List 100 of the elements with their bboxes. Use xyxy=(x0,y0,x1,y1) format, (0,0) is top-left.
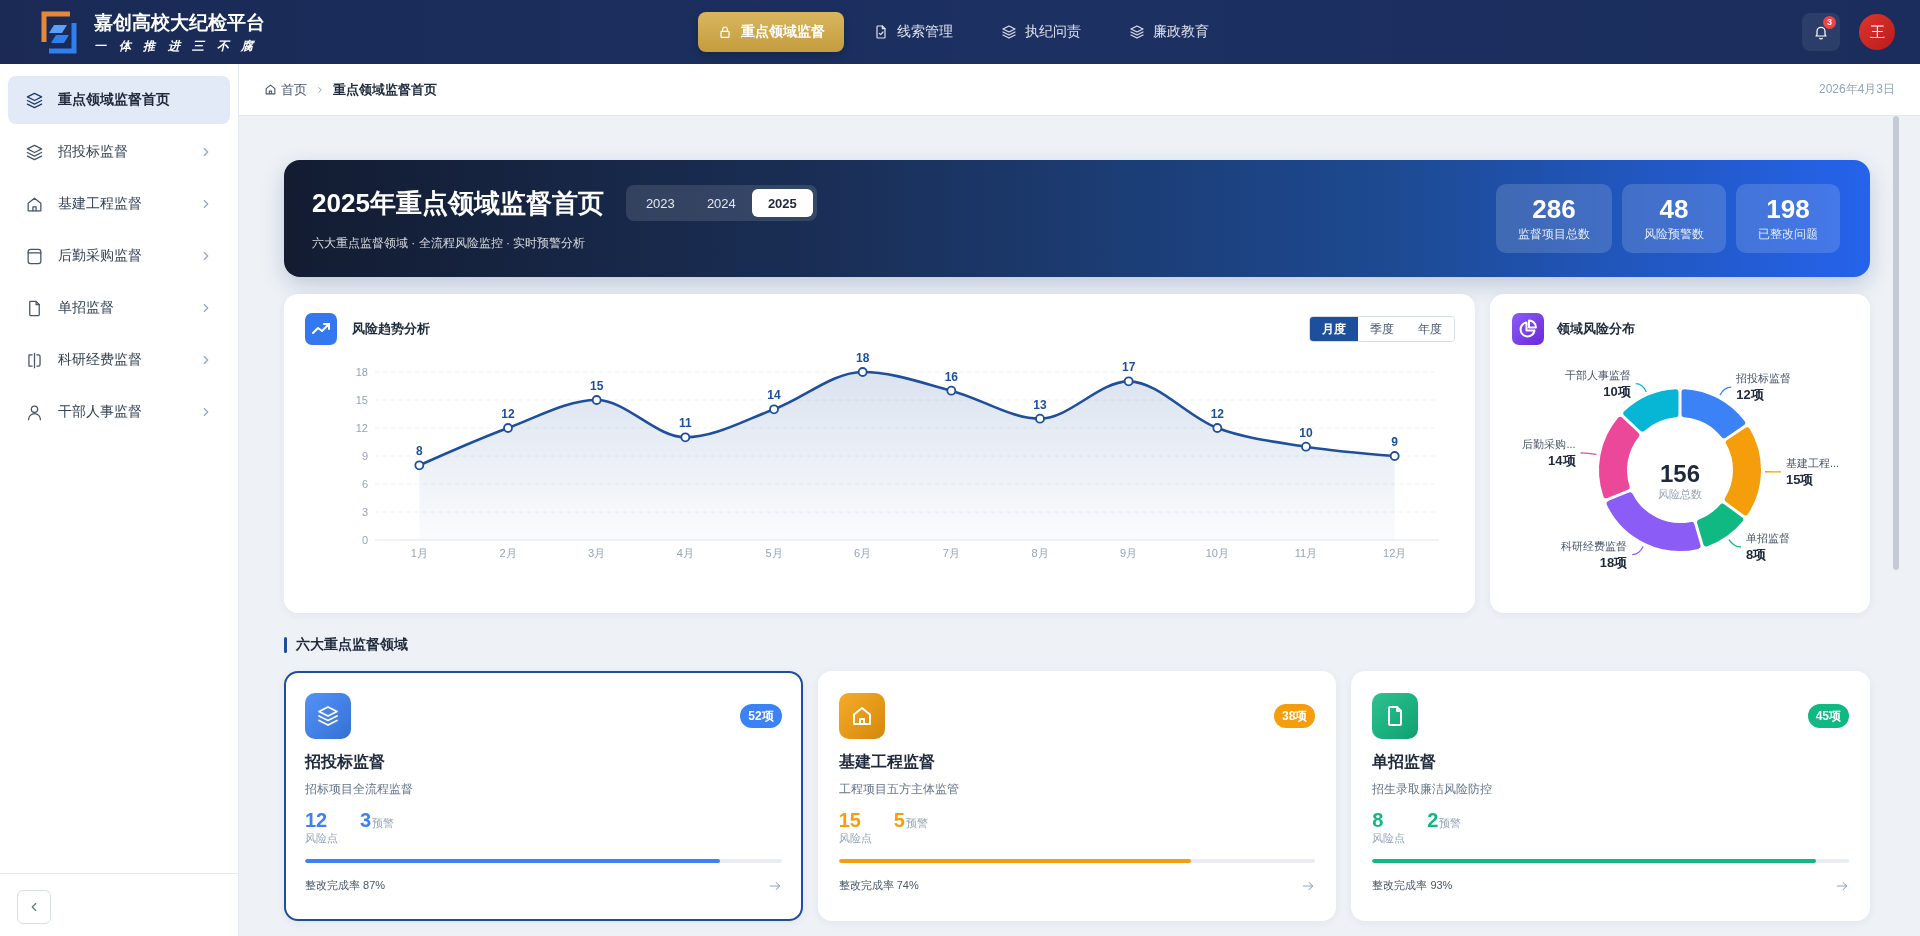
sidebar-item[interactable]: 基建工程监督 xyxy=(8,180,230,228)
data-label: 12 xyxy=(1210,407,1224,421)
x-axis-label: 3月 xyxy=(588,547,606,559)
pie-chart-icon xyxy=(1512,313,1544,345)
year-tab[interactable]: 2025 xyxy=(751,189,813,217)
warning-label: 预警 xyxy=(1439,816,1462,831)
stat-value: 48 xyxy=(1659,194,1689,224)
data-label: 10 xyxy=(1299,425,1313,440)
count-badge: 52项 xyxy=(740,704,782,728)
data-label: 12 xyxy=(501,407,515,421)
data-label: 17 xyxy=(1122,360,1136,375)
card-description: 工程项目五方主体监管 xyxy=(838,781,959,797)
layers-icon xyxy=(1001,24,1017,40)
card-description: 招标项目全流程监督 xyxy=(305,781,413,797)
chevron-right-icon xyxy=(315,84,325,95)
section-title: 六大重点监督领域 xyxy=(296,636,408,654)
data-point xyxy=(414,460,425,471)
slice-value: 12项 xyxy=(1736,387,1764,403)
card-title: 领域风险分布 xyxy=(1557,320,1635,338)
notification-button[interactable]: 3 xyxy=(1802,13,1840,51)
x-axis-label: 11月 xyxy=(1294,547,1318,559)
sidebar-item[interactable]: 重点领域监督首页 xyxy=(8,76,230,124)
x-axis-label: 5月 xyxy=(765,547,783,559)
data-label: 15 xyxy=(590,379,604,393)
x-axis-label: 12月 xyxy=(1383,547,1407,559)
area-card[interactable]: 38项 基建工程监督 工程项目五方主体监管 15 风险点 5预警 整改完成率 74% xyxy=(817,671,1337,921)
year-tab[interactable]: 2023 xyxy=(629,189,691,217)
risk-label: 风险点 xyxy=(1372,831,1406,845)
x-axis-label: 10月 xyxy=(1205,547,1229,559)
home-icon xyxy=(25,194,44,214)
count-badge: 38项 xyxy=(1273,704,1316,728)
slice-value: 18项 xyxy=(1599,554,1628,570)
nav-tab[interactable]: 廉政教育 xyxy=(1110,12,1228,52)
home-icon xyxy=(838,693,885,739)
sidebar-item[interactable]: 招投标监督 xyxy=(8,128,230,176)
x-axis-label: 6月 xyxy=(854,547,872,559)
stat-value: 286 xyxy=(1532,194,1576,224)
warning-label: 预警 xyxy=(372,816,395,831)
data-label: 11 xyxy=(679,416,692,431)
stat-label: 已整改问题 xyxy=(1758,226,1818,243)
sidebar-item[interactable]: 单招监督 xyxy=(8,284,230,332)
box-icon xyxy=(25,246,44,266)
logo-icon xyxy=(41,10,77,54)
slice-name: 单招监督 xyxy=(1746,531,1790,544)
data-point xyxy=(769,404,779,415)
platform-title: 嘉创高校大纪检平台 xyxy=(94,11,265,34)
scrollbar-thumb[interactable] xyxy=(1893,116,1899,570)
stat-value: 198 xyxy=(1766,194,1810,224)
data-label: 9 xyxy=(1391,435,1398,449)
area-card[interactable]: 45项 单招监督 招生录取廉洁风险防控 8 风险点 2预警 整改完成率 93% xyxy=(1351,671,1870,921)
x-axis-label: 8月 xyxy=(1031,547,1049,559)
y-axis-label: 9 xyxy=(361,450,368,462)
slice-value: 8项 xyxy=(1746,546,1767,562)
y-axis-label: 6 xyxy=(361,478,368,490)
year-tab[interactable]: 2024 xyxy=(690,189,752,217)
data-label: 18 xyxy=(856,351,870,365)
data-point xyxy=(680,432,691,443)
area-card[interactable]: 52项 招投标监督 招标项目全流程监督 12 风险点 3预警 整改完成率 87% xyxy=(284,671,803,921)
stat-label: 风险预警数 xyxy=(1644,226,1704,243)
bracket-icon xyxy=(25,350,44,370)
y-axis-label: 3 xyxy=(361,506,368,518)
leader-line xyxy=(1631,545,1644,556)
slice-name: 招投标监督 xyxy=(1736,372,1792,385)
x-axis-label: 4月 xyxy=(676,547,694,559)
completion-rate: 整改完成率 93% xyxy=(1372,878,1453,893)
lock-icon xyxy=(717,24,733,40)
file-check-icon xyxy=(873,24,889,40)
data-label: 16 xyxy=(944,369,958,384)
total-label: 风险总数 xyxy=(1658,488,1702,500)
collapse-button[interactable] xyxy=(17,890,51,924)
card-title: 风险趋势分析 xyxy=(352,320,430,338)
completion-rate: 整改完成率 74% xyxy=(838,878,919,893)
file-icon xyxy=(1372,693,1419,739)
x-axis-label: 7月 xyxy=(942,547,960,559)
sidebar-item[interactable]: 后勤采购监督 xyxy=(8,232,230,280)
nav-tab[interactable]: 线索管理 xyxy=(854,12,972,52)
y-axis-label: 12 xyxy=(355,422,368,434)
total-value: 156 xyxy=(1660,460,1700,487)
notification-badge: 3 xyxy=(1823,16,1836,29)
breadcrumb-current: 重点领域监督首页 xyxy=(333,80,437,99)
slice-value: 15项 xyxy=(1786,471,1814,487)
bell-icon xyxy=(1813,24,1829,40)
nav-tab[interactable]: 执纪问责 xyxy=(982,12,1100,52)
sidebar-item[interactable]: 干部人事监督 xyxy=(8,388,230,436)
layers-icon xyxy=(25,90,44,110)
risk-count: 15 xyxy=(838,809,862,831)
data-point xyxy=(503,423,513,433)
card-title: 招投标监督 xyxy=(305,752,385,772)
data-label: 14 xyxy=(767,388,781,403)
breadcrumb-link[interactable]: 首页 xyxy=(264,80,307,99)
slice-value: 10项 xyxy=(1603,383,1631,399)
user-avatar[interactable]: 王 xyxy=(1859,14,1895,50)
stat-label: 监督项目总数 xyxy=(1518,226,1590,243)
card-description: 招生录取廉洁风险防控 xyxy=(1372,781,1493,797)
sidebar-item[interactable]: 科研经费监督 xyxy=(8,336,230,384)
y-axis-label: 0 xyxy=(361,534,368,546)
period-tab[interactable]: 月度 xyxy=(1310,317,1358,341)
slice-name: 科研经费监督 xyxy=(1561,539,1628,552)
x-axis-label: 2月 xyxy=(499,547,517,559)
current-date: 2026年4月3日 xyxy=(1818,81,1895,98)
